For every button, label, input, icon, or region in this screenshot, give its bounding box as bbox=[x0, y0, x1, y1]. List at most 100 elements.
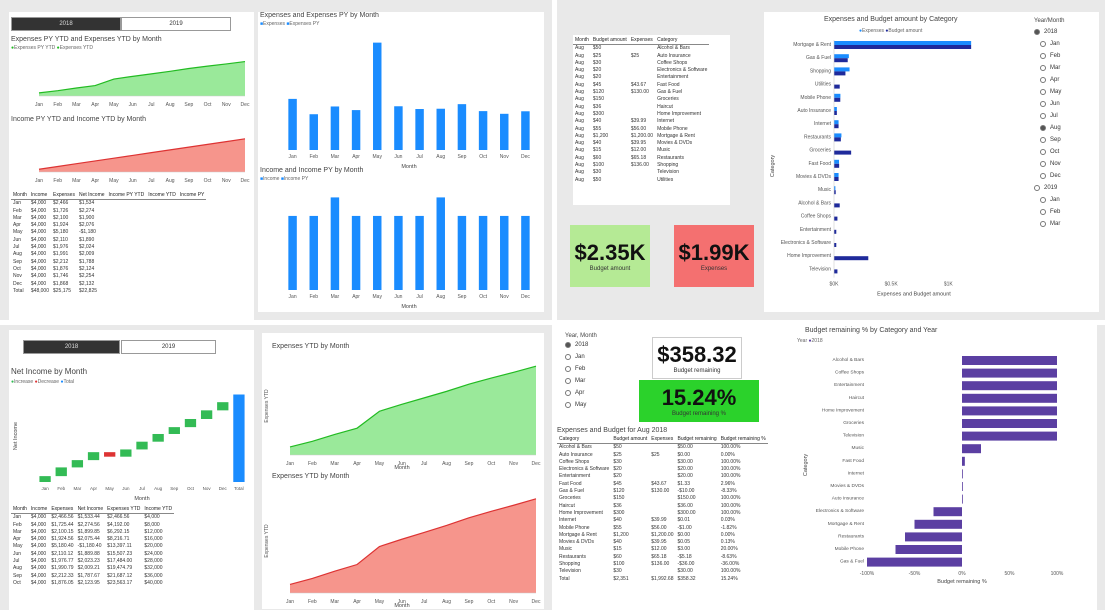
table-header-cell[interactable]: Net Income bbox=[76, 192, 107, 201]
slicer-item[interactable]: Jul bbox=[1034, 110, 1094, 122]
x-tick-label: Jan bbox=[35, 178, 43, 184]
radio-icon[interactable] bbox=[1040, 161, 1046, 167]
table-header-cell[interactable]: Income YTD bbox=[142, 506, 175, 515]
radio-icon[interactable] bbox=[1040, 125, 1046, 131]
slicer-item[interactable]: Nov bbox=[1034, 158, 1094, 170]
table-cell: Apr bbox=[13, 536, 21, 543]
radio-icon[interactable] bbox=[1040, 89, 1046, 95]
table-header-cell[interactable]: Expenses bbox=[50, 192, 77, 201]
radio-icon[interactable] bbox=[565, 354, 571, 360]
slicer-item[interactable]: Sep bbox=[1034, 134, 1094, 146]
radio-icon[interactable] bbox=[1040, 41, 1046, 47]
table-header-cell[interactable]: Budget amount bbox=[590, 37, 629, 46]
slicer-item[interactable]: 2018 bbox=[1034, 26, 1094, 38]
table-header-cell[interactable]: Month bbox=[11, 506, 29, 515]
x-tick-label: Mar bbox=[331, 294, 340, 300]
table-header-cell[interactable]: Income PY bbox=[177, 192, 207, 201]
slicer-item[interactable]: May bbox=[1034, 86, 1094, 98]
slicer-item[interactable]: May bbox=[565, 399, 635, 411]
radio-icon[interactable] bbox=[1040, 113, 1046, 119]
table-cell: Aug bbox=[575, 103, 584, 110]
radio-icon[interactable] bbox=[1040, 53, 1046, 59]
table-header-cell[interactable]: Budget amount bbox=[611, 436, 650, 445]
radio-icon[interactable] bbox=[565, 366, 571, 372]
kpi-expenses: $1.99K Expenses bbox=[674, 225, 754, 287]
radio-icon[interactable] bbox=[1034, 185, 1040, 191]
tab-2018[interactable]: 2018 bbox=[11, 17, 121, 31]
table-cell: $0.00 bbox=[677, 531, 690, 538]
table-header-cell[interactable]: Expenses YTD bbox=[105, 506, 143, 515]
slicer-item[interactable]: Feb bbox=[565, 363, 635, 375]
radio-icon[interactable] bbox=[565, 342, 571, 348]
table-cell: $23,563.17 bbox=[107, 579, 133, 586]
slicer-item[interactable]: Apr bbox=[565, 387, 635, 399]
slicer-item[interactable]: Jun bbox=[1034, 98, 1094, 110]
radio-icon[interactable] bbox=[565, 390, 571, 396]
slicer-item[interactable]: Feb bbox=[1034, 50, 1094, 62]
bar-budget bbox=[834, 269, 838, 274]
category-label: Utilities bbox=[815, 82, 832, 88]
table-cell: $17,484.00 bbox=[107, 558, 133, 565]
table-header-cell[interactable]: Month bbox=[573, 37, 591, 46]
radio-icon[interactable] bbox=[565, 378, 571, 384]
table-cell: $300 bbox=[613, 509, 625, 516]
slicer-item[interactable]: Dec bbox=[1034, 170, 1094, 182]
slicer-item[interactable]: Jan bbox=[1034, 194, 1094, 206]
table-header-cell[interactable]: Income PY YTD bbox=[106, 192, 147, 201]
q3-tab-2019[interactable]: 2019 bbox=[121, 340, 216, 354]
table-header-cell[interactable]: Income bbox=[28, 506, 50, 515]
radio-icon[interactable] bbox=[1040, 149, 1046, 155]
radio-icon[interactable] bbox=[1040, 197, 1046, 203]
table-cell: $30 bbox=[592, 169, 602, 176]
x-tick-label: Jan bbox=[41, 486, 49, 491]
slicer-item[interactable]: Jan bbox=[565, 351, 635, 363]
table-header-cell[interactable]: Category bbox=[557, 436, 612, 445]
slicer-item[interactable]: 2018 bbox=[565, 339, 635, 351]
table-header-cell[interactable]: Expenses bbox=[49, 506, 76, 515]
table-header-cell[interactable]: Expenses bbox=[649, 436, 676, 445]
slicer-item[interactable]: Jan bbox=[1034, 38, 1094, 50]
tab-2019[interactable]: 2019 bbox=[121, 17, 231, 31]
radio-icon[interactable] bbox=[1040, 137, 1046, 143]
table-header-cell[interactable]: Income bbox=[28, 192, 51, 201]
table-cell: $2,351 bbox=[613, 575, 629, 582]
slicer-item[interactable]: Feb bbox=[1034, 206, 1094, 218]
slicer-item[interactable]: Aug bbox=[1034, 122, 1094, 134]
slicer-item[interactable]: Mar bbox=[1034, 62, 1094, 74]
q3-table: Month Income Expenses Net Income Expenses YT… bbox=[11, 506, 251, 610]
table-header-cell[interactable]: Category bbox=[655, 37, 710, 46]
radio-icon[interactable] bbox=[1040, 209, 1046, 215]
category-label: Fast Food bbox=[808, 161, 831, 167]
table-cell: Restaurants bbox=[657, 154, 685, 161]
q3-tab-2018[interactable]: 2018 bbox=[23, 340, 120, 354]
bar bbox=[309, 215, 318, 290]
slicer-item[interactable]: Oct bbox=[1034, 146, 1094, 158]
table-header-cell[interactable]: Expenses bbox=[628, 37, 656, 46]
table-header-cell[interactable]: Income YTD bbox=[146, 192, 178, 201]
exp-ytd-title: Expenses PY YTD and Expenses YTD by Mont… bbox=[11, 36, 162, 43]
slicer-item[interactable]: Mar bbox=[565, 375, 635, 387]
table-header-cell[interactable]: Budget remaining bbox=[675, 436, 719, 445]
wf-title: Net Income by Month bbox=[11, 367, 88, 376]
slicer-item[interactable]: 2019 bbox=[1034, 182, 1094, 194]
table-cell: $43.67 bbox=[630, 81, 647, 88]
table-cell: $65.18 bbox=[630, 154, 647, 161]
slicer-item[interactable]: Apr bbox=[1034, 74, 1094, 86]
table-cell: $1,976 bbox=[52, 244, 69, 251]
table-header-cell[interactable]: Month bbox=[11, 192, 29, 201]
table-cell: $1,876 bbox=[52, 265, 69, 272]
x-axis-label: Month bbox=[394, 465, 409, 471]
table-header-cell[interactable]: Budget remaining % bbox=[718, 436, 768, 445]
radio-icon[interactable] bbox=[1034, 29, 1040, 35]
slicer-item[interactable]: Mar bbox=[1034, 218, 1094, 230]
radio-icon[interactable] bbox=[1040, 77, 1046, 83]
radio-icon[interactable] bbox=[1040, 101, 1046, 107]
bar-budget bbox=[834, 124, 839, 129]
radio-icon[interactable] bbox=[1040, 173, 1046, 179]
radio-icon[interactable] bbox=[565, 402, 571, 408]
table-cell: $4,000 bbox=[30, 236, 47, 243]
table-header-cell[interactable]: Net Income bbox=[75, 506, 106, 515]
radio-icon[interactable] bbox=[1040, 221, 1046, 227]
table-cell: $150 bbox=[613, 495, 625, 502]
radio-icon[interactable] bbox=[1040, 65, 1046, 71]
